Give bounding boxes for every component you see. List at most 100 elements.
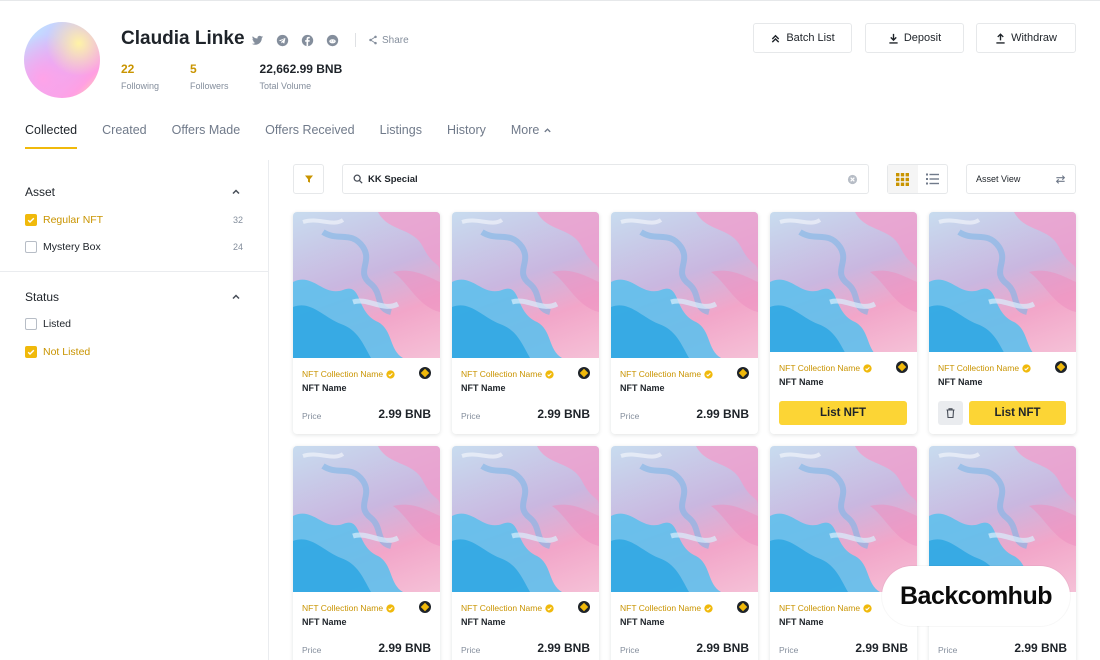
collection-label: NFT Collection Name [461, 369, 543, 379]
verified-icon [863, 363, 872, 373]
deposit-button[interactable]: Deposit [865, 23, 964, 53]
search-input[interactable] [368, 173, 838, 185]
share-icon [369, 35, 377, 45]
swap-icon [1055, 175, 1066, 184]
stat-value: 5 [190, 62, 197, 76]
nft-image[interactable] [293, 212, 440, 358]
grid-view-button[interactable] [888, 165, 918, 193]
tab-history[interactable]: History [447, 123, 486, 149]
tab-offers-made[interactable]: Offers Made [172, 123, 241, 149]
nft-image[interactable] [452, 212, 599, 358]
filter-mystery-box[interactable]: Mystery Box 24 [25, 241, 243, 253]
batch-list-button[interactable]: Batch List [753, 23, 852, 53]
filter-not-listed[interactable]: Not Listed [25, 346, 243, 358]
nft-card[interactable]: NFT Collection NameNFT NamePrice2.99 BNB [611, 212, 758, 434]
nft-card[interactable]: NFT Collection NameNFT NamePrice2.99 BNB [770, 446, 917, 660]
facebook-icon[interactable] [301, 34, 314, 47]
bnb-chain-icon [578, 367, 590, 379]
verified-icon [386, 603, 395, 613]
collection-name[interactable]: NFT Collection Name [461, 369, 554, 379]
checkbox[interactable] [25, 241, 37, 253]
nft-image[interactable] [452, 446, 599, 592]
trash-icon [946, 408, 955, 418]
list-nft-button[interactable]: List NFT [779, 401, 907, 425]
price-label: Price [302, 411, 322, 421]
collection-name[interactable]: NFT Collection Name [302, 603, 395, 613]
list-view-button[interactable] [918, 165, 948, 193]
stat-following[interactable]: 22 Following [121, 62, 159, 91]
stat-followers[interactable]: 5 Followers [190, 62, 229, 91]
clear-icon[interactable] [847, 174, 858, 185]
chevron-up-icon[interactable] [231, 292, 241, 302]
filter-toggle-button[interactable] [293, 164, 324, 194]
collection-name[interactable]: NFT Collection Name [620, 369, 713, 379]
checkbox-checked[interactable] [25, 346, 37, 358]
collection-name[interactable]: NFT Collection Name [779, 363, 872, 373]
asset-section-title: Asset [25, 185, 56, 199]
checkbox-checked[interactable] [25, 214, 37, 226]
collection-label: NFT Collection Name [620, 603, 702, 613]
nft-image[interactable] [611, 446, 758, 592]
reddit-icon[interactable] [326, 34, 339, 47]
list-nft-button[interactable]: List NFT [969, 401, 1066, 425]
nft-card[interactable]: NFT Collection NameNFT NamePrice2.99 BNB [293, 446, 440, 660]
profile-name: Claudia Linke [121, 28, 245, 49]
collection-name[interactable]: NFT Collection Name [461, 603, 554, 613]
collection-name[interactable]: NFT Collection Name [938, 363, 1031, 373]
collection-label: NFT Collection Name [302, 369, 384, 379]
nft-card[interactable]: NFT Collection NameNFT NamePrice2.99 BNB [929, 446, 1076, 660]
nft-card[interactable]: NFT Collection Name NFT Name List NFT [770, 212, 917, 434]
search-bar[interactable] [342, 164, 869, 194]
price-label: Price [620, 411, 640, 421]
withdraw-button[interactable]: Withdraw [976, 23, 1076, 53]
nft-card[interactable]: NFT Collection Name NFT Name List NFT [929, 212, 1076, 434]
nft-image[interactable] [929, 212, 1076, 352]
nft-name: NFT Name [302, 383, 347, 393]
check-icon [27, 349, 35, 355]
profile-stats: 22 Following 5 Followers 22,662.99 BNB T… [121, 62, 373, 91]
nft-card[interactable]: NFT Collection NameNFT NamePrice2.99 BNB [452, 446, 599, 660]
tab-listings[interactable]: Listings [380, 123, 422, 149]
nft-card[interactable]: NFT Collection NameNFT NamePrice2.99 BNB [452, 212, 599, 434]
chevron-up-icon[interactable] [231, 187, 241, 197]
filter-label: Regular NFT [43, 214, 104, 226]
list-icon [925, 173, 939, 185]
tab-label: History [446, 123, 486, 137]
collection-name[interactable]: NFT Collection Name [302, 369, 395, 379]
price-value: 2.99 BNB [855, 641, 908, 655]
filter-label: Listed [43, 318, 72, 330]
filter-regular-nft[interactable]: Regular NFT 32 [25, 214, 243, 226]
tab-more[interactable]: More [511, 123, 552, 149]
price-value: 2.99 BNB [378, 641, 431, 655]
nft-name: NFT Name [461, 617, 506, 627]
nft-card[interactable]: NFT Collection NameNFT NamePrice2.99 BNB [293, 212, 440, 434]
tab-collected[interactable]: Collected [25, 123, 78, 149]
nft-image[interactable] [611, 212, 758, 358]
stat-label: Following [121, 81, 160, 91]
collection-name[interactable]: NFT Collection Name [620, 603, 713, 613]
share-button[interactable]: Share [368, 35, 409, 46]
delete-button[interactable] [938, 401, 963, 425]
stat-value: 22,662.99 BNB [259, 62, 343, 76]
filter-count: 24 [232, 242, 243, 252]
nft-name: NFT Name [302, 617, 347, 627]
checkbox[interactable] [25, 318, 37, 330]
bnb-chain-icon [896, 361, 908, 373]
collection-name[interactable]: NFT Collection Name [779, 603, 872, 613]
nft-card[interactable]: NFT Collection NameNFT NamePrice2.99 BNB [611, 446, 758, 660]
avatar[interactable] [24, 22, 100, 98]
asset-view-select[interactable]: Asset View [966, 164, 1076, 194]
nft-image[interactable] [770, 212, 917, 352]
verified-icon [863, 603, 872, 613]
tab-created[interactable]: Created [102, 123, 146, 149]
twitter-icon[interactable] [251, 34, 264, 47]
verified-icon [1022, 363, 1031, 373]
tab-offers-received[interactable]: Offers Received [265, 123, 354, 149]
filter-listed[interactable]: Listed [25, 318, 243, 330]
price-value: 2.99 BNB [696, 641, 749, 655]
download-icon [889, 33, 898, 44]
nft-image[interactable] [293, 446, 440, 592]
telegram-icon[interactable] [276, 34, 289, 47]
verified-icon [704, 369, 713, 379]
check-icon [27, 217, 35, 223]
